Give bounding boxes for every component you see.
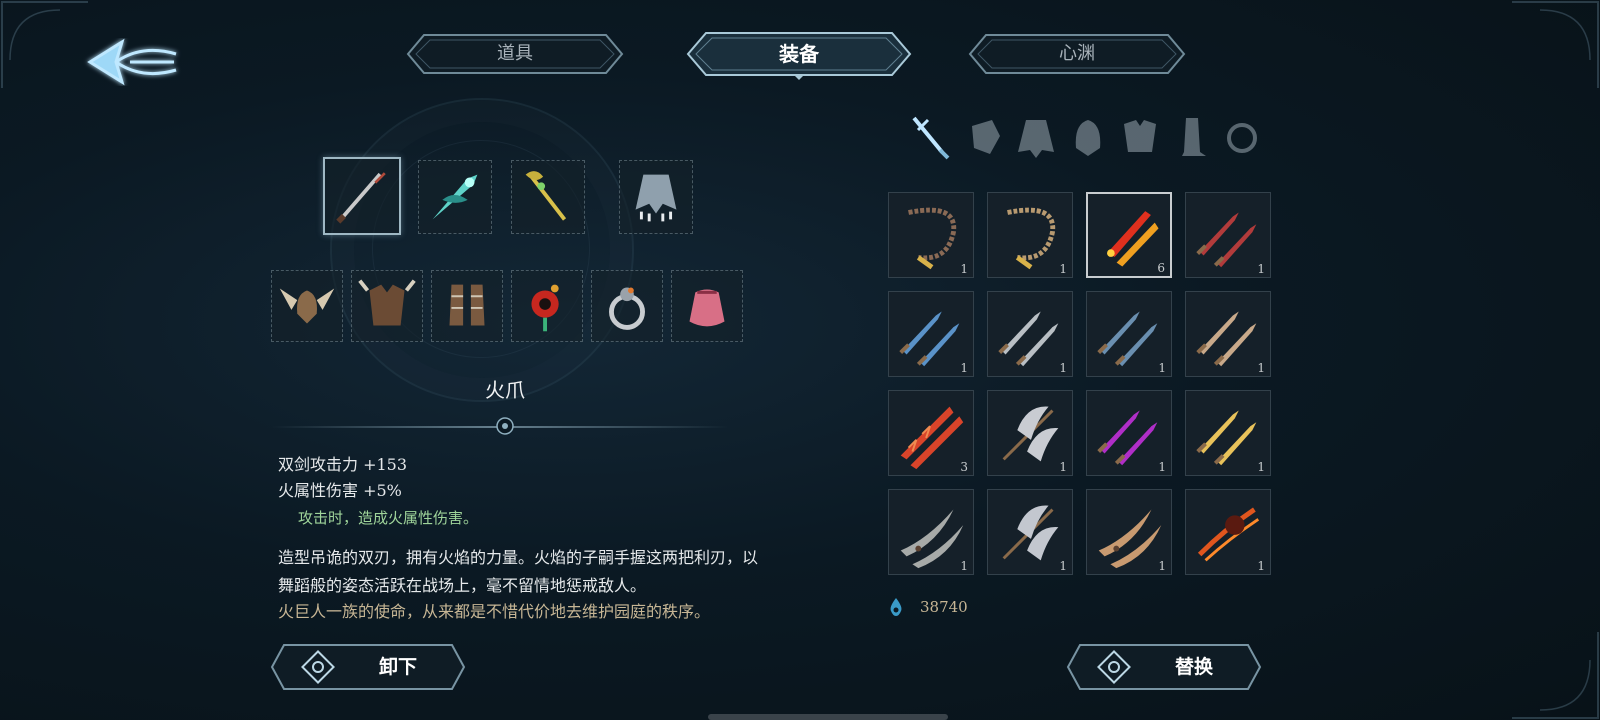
inventory-slot[interactable]: 1 (888, 291, 974, 377)
stat-line: 双剑攻击力 +153 (278, 455, 408, 474)
amulet-icon (531, 284, 559, 332)
sword-icon (912, 116, 950, 160)
tab-equipment[interactable]: 装备 (684, 28, 914, 80)
inventory-slot[interactable]: 1 (1086, 489, 1172, 575)
tab-label: 道具 (497, 43, 533, 64)
item-count: 1 (1059, 361, 1067, 375)
category-ring[interactable] (1220, 112, 1264, 162)
inventory-slot[interactable]: 1 (1185, 192, 1271, 278)
back-button[interactable] (82, 34, 182, 90)
category-helmet[interactable] (1066, 112, 1110, 162)
item-count: 3 (960, 460, 968, 474)
category-gauntlet[interactable] (962, 112, 1006, 162)
item-count: 1 (1257, 262, 1265, 276)
equip-slot-helmet[interactable] (271, 270, 343, 342)
inventory-slot[interactable]: 1 (1185, 489, 1271, 575)
inventory-slot[interactable]: 1 (987, 291, 1073, 377)
corner-ornament-top-right (1512, 1, 1599, 88)
equip-slot-ring[interactable] (591, 270, 663, 342)
stat-line: 火属性伤害 +5% (278, 481, 402, 500)
corner-ornament-bottom-right (1512, 632, 1599, 719)
item-count: 1 (960, 559, 968, 573)
category-breastplate[interactable] (1118, 112, 1162, 162)
equip-slot-weapon[interactable] (323, 157, 401, 235)
item-name: 火爪 (485, 378, 525, 402)
inventory-slot[interactable]: 1 (1086, 291, 1172, 377)
tab-heart-abyss[interactable]: 心渊 (966, 31, 1188, 77)
equip-slot-weapon-2[interactable] (418, 160, 492, 234)
item-count: 1 (960, 361, 968, 375)
ring-icon (1227, 123, 1257, 153)
equip-slot-accessory[interactable] (671, 270, 743, 342)
chest-armor-icon (358, 279, 416, 326)
equip-slot-amulet[interactable] (511, 270, 583, 342)
item-count: 1 (960, 262, 968, 276)
category-coat[interactable] (1014, 112, 1058, 162)
item-count: 1 (1059, 262, 1067, 276)
tab-label: 装备 (779, 42, 819, 66)
winged-helmet-icon (279, 288, 335, 324)
gauntlet-icon (972, 120, 1000, 154)
inventory-slot[interactable]: 1 (987, 390, 1073, 476)
tab-items[interactable]: 道具 (404, 31, 626, 77)
category-weapon[interactable] (908, 112, 952, 162)
category-greave[interactable] (1170, 112, 1214, 162)
inventory-slot[interactable]: 1 (987, 489, 1073, 575)
greave-icon (1182, 118, 1206, 156)
inventory-slot[interactable]: 1 (1185, 390, 1271, 476)
item-count: 1 (1158, 460, 1166, 474)
ring-icon (609, 287, 645, 330)
replace-button[interactable]: 替换 (1064, 641, 1264, 693)
equip-slot-weapon-3[interactable] (511, 160, 585, 234)
item-count: 1 (1158, 361, 1166, 375)
inventory-slot[interactable]: 1 (888, 489, 974, 575)
item-effect: 攻击时，造成火属性伤害。 (298, 509, 479, 527)
item-count: 1 (1257, 559, 1265, 573)
currency-amount: 38740 (920, 598, 968, 616)
inventory-slot[interactable]: 1 (888, 192, 974, 278)
item-description: 造型吊诡的双刃，拥有火焰的力量。火焰的子嗣手握这两把利刃，以舞蹈般的姿态活跃在战… (278, 548, 759, 595)
inventory-slot[interactable]: 6 (1086, 192, 1172, 278)
breastplate-icon (1124, 120, 1156, 152)
coat-icon (1018, 120, 1054, 158)
unequip-label: 卸下 (378, 656, 417, 678)
divider-ornament-icon (496, 417, 514, 435)
tab-label: 心渊 (1059, 43, 1095, 64)
inventory-slot[interactable]: 1 (987, 192, 1073, 278)
item-count: 1 (1257, 361, 1265, 375)
replace-label: 替换 (1174, 656, 1213, 678)
item-lore: 火巨人一族的使命，从来都是不惜代价地去维护园庭的秩序。 (278, 602, 711, 621)
soul-drop-icon (890, 598, 902, 616)
item-count: 1 (1059, 559, 1067, 573)
item-count: 1 (1158, 559, 1166, 573)
back-arrow-icon (87, 38, 177, 86)
helmet-icon (1075, 120, 1101, 156)
inventory-slot[interactable]: 1 (1185, 291, 1271, 377)
equip-slot-boots[interactable] (431, 270, 503, 342)
katana-icon (336, 172, 386, 224)
item-count: 1 (1059, 460, 1067, 474)
home-indicator[interactable] (708, 714, 948, 720)
equip-slot-chest[interactable] (351, 270, 423, 342)
equip-slot-cloak[interactable] (619, 160, 693, 234)
golden-staff-icon (525, 171, 567, 221)
ice-blade-icon (432, 174, 478, 220)
inventory-slot[interactable]: 3 (888, 390, 974, 476)
item-count: 1 (1257, 460, 1265, 474)
unequip-button[interactable]: 卸下 (268, 641, 468, 693)
corner-ornament-top-left (1, 1, 88, 88)
boots-icon (449, 284, 485, 326)
item-count: 6 (1157, 261, 1165, 275)
inventory-slot[interactable]: 1 (1086, 390, 1172, 476)
cloak-icon (635, 174, 677, 222)
pouch-icon (689, 289, 725, 327)
